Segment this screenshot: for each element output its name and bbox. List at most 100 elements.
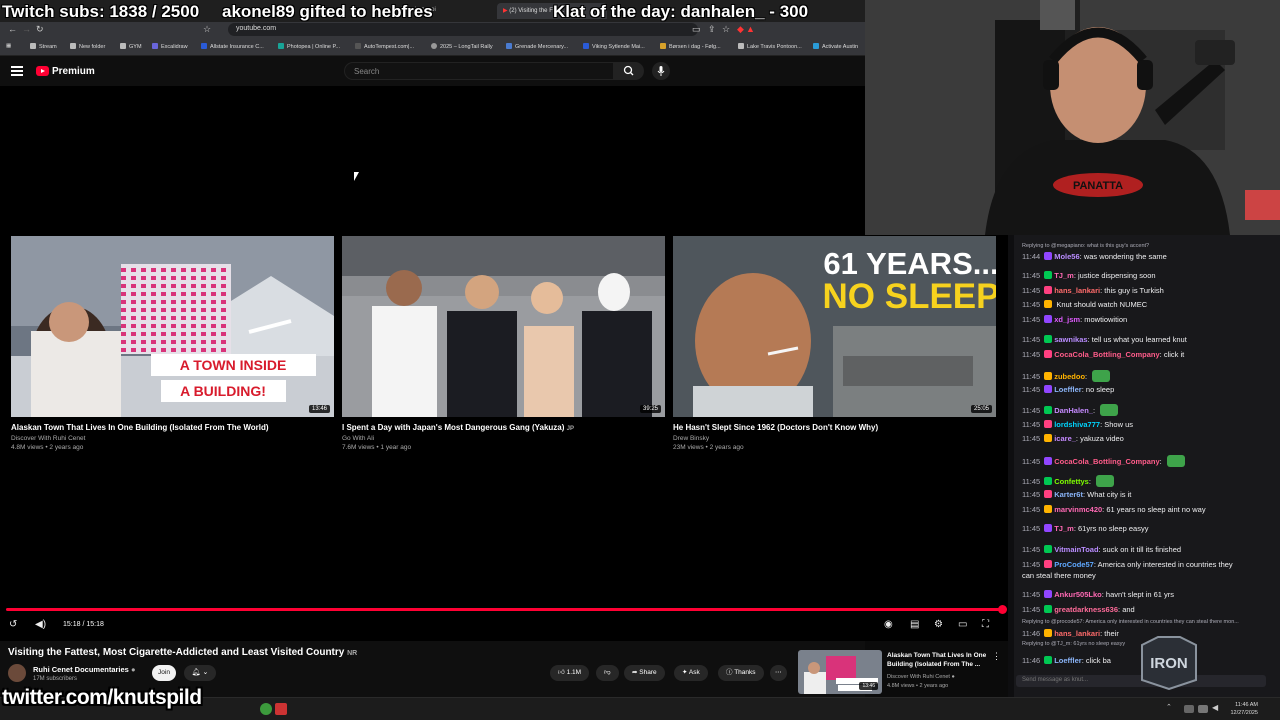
replay-icon[interactable]: ↺ [9,619,17,630]
bookmark-activate[interactable]: Activate Austin [813,43,858,50]
video-channel[interactable]: Go With Ali [342,435,665,442]
record-icon[interactable] [275,703,287,715]
chat-username[interactable]: CocaCola_Bottling_Company [1054,350,1159,359]
settings-icon[interactable]: ⚙ [934,619,943,630]
chat-username[interactable]: zubedoo [1054,372,1085,381]
bookmark-new-folder[interactable]: New folder [70,43,105,50]
channel-avatar[interactable] [8,664,26,682]
chat-username[interactable]: Ankur505Lko [1054,590,1102,599]
forward-icon[interactable]: → [22,24,31,34]
theater-icon[interactable]: ▭ [958,619,967,630]
chat-username[interactable]: icare_ [1054,434,1076,443]
chat-username[interactable]: lordshiva777 [1054,420,1100,429]
voice-search-button[interactable] [652,62,670,80]
recommended-menu-icon[interactable]: ⋮ [992,651,1001,662]
progress-scrubber[interactable] [998,605,1007,614]
chat-message: 11:45 Confettys: [1022,475,1114,487]
join-button[interactable]: Join [152,665,176,681]
display-icon[interactable] [1184,705,1194,713]
speaker-icon[interactable]: ◀ [1212,703,1224,715]
star-icon[interactable]: ☆ [722,24,730,35]
bookmark-longtail[interactable]: 2025 – LongTail Rally [431,43,493,50]
chat-scrollbar[interactable] [1008,235,1014,697]
video-channel[interactable]: Drew Binsky [673,435,996,442]
endscreen-video-2[interactable]: 39:25 I Spent a Day with Japan's Most Da… [342,236,665,451]
bookmark-autotempest[interactable]: AutoTempest.com|... [355,43,414,50]
like-button[interactable]: 👍︎ 1.1M [550,665,590,681]
chat-username[interactable]: TJ_m [1054,271,1074,280]
chat-username[interactable]: VitmainToad [1054,545,1098,554]
chat-username[interactable]: Loeffler [1054,385,1082,394]
chat-username[interactable]: xd_jsm [1054,315,1080,324]
chat-username[interactable]: DanHalen_ [1054,406,1093,415]
notifications-button[interactable]: 🔔︎ ⌄ [184,665,216,681]
search-button[interactable] [614,62,644,80]
youtube-logo-icon[interactable] [36,66,49,76]
channel-name[interactable]: Ruhi Cenet Documentaries ● [33,665,135,674]
tab-chez-moi[interactable]: t'es chez moi [395,3,490,19]
thumbnail[interactable]: A TOWN INSIDE A BUILDING! 13:46 [11,236,334,417]
video-title[interactable]: I Spent a Day with Japan's Most Dangerou… [342,423,665,432]
chevron-up-icon[interactable]: ⌃ [1166,703,1178,715]
recommended-channel[interactable]: Discover With Ruhi Cenet ● [887,674,955,680]
subtitles-icon[interactable]: ▤ [910,619,919,630]
bookmark-gym[interactable]: GYM [120,43,142,50]
brave-icon[interactable]: ◆ [737,24,744,35]
chat-username[interactable]: TJ_m [1054,524,1074,533]
bookmark-photopea[interactable]: Photopea | Online P... [278,43,340,50]
reload-icon[interactable]: ↻ [36,24,44,35]
youtube-premium-label[interactable]: Premium [52,66,95,77]
apps-icon[interactable]: ▦ [6,43,11,49]
video-channel[interactable]: Discover With Ruhi Cenet [11,435,334,442]
share-icon[interactable]: ⇪ [708,24,716,35]
share-button[interactable]: ➦ Share [624,665,665,681]
thumbnail[interactable]: 39:25 [342,236,665,417]
chat-username[interactable]: marvinmc420 [1054,505,1102,514]
volume-icon[interactable]: ◀) [35,619,46,630]
bookmark-excalidraw[interactable]: Excalidraw [152,43,188,50]
back-icon[interactable]: ← [8,24,17,34]
recommended-thumbnail[interactable]: 13:46 [798,650,882,694]
url-field[interactable]: youtube.com [228,23,698,36]
dislike-button[interactable]: 👎︎ [596,665,619,681]
bookmark-star-icon[interactable]: ☆ [203,24,211,35]
bookmark-grenade[interactable]: Grenade Mercenary... [506,43,568,50]
bookmark-allstate[interactable]: Allstate Insurance C... [201,43,264,50]
progress-bar[interactable] [6,608,1004,611]
bookmark-viking[interactable]: Viking Sytlende Mai... [583,43,645,50]
chat-username[interactable]: Confettys [1054,477,1089,486]
autoplay-toggle-icon[interactable]: ◉ [884,619,893,630]
search-input[interactable]: Search [344,62,614,80]
chat-username[interactable]: ProCode57 [1054,560,1094,569]
tab-youtube[interactable]: ▶ (2) Visiting the Fatt... [497,3,607,19]
menu-icon[interactable] [11,66,23,76]
chat-username[interactable]: hans_lankari [1054,629,1100,638]
bookmark-lake-travis[interactable]: Lake Travis Pontoon... [738,43,802,50]
bookmark-stream[interactable]: Stream [30,43,57,50]
app-icon[interactable] [260,703,272,715]
chat-icon[interactable] [1198,705,1208,713]
chat-username[interactable]: Karter6t [1054,490,1083,499]
ask-button[interactable]: ✦ Ask [674,665,708,681]
chat-username[interactable]: sawnikas [1054,335,1087,344]
more-actions-button[interactable]: ⋯ [770,665,787,681]
video-title[interactable]: Alaskan Town That Lives In One Building … [11,423,334,432]
chat-username[interactable]: greatdarkness636 [1054,605,1118,614]
chat-timestamp: 11:45 [1022,434,1041,443]
endscreen-video-3[interactable]: 61 YEARS... NO SLEEP 25:05 He Hasn't Sle… [673,236,996,451]
clock[interactable]: 11:46 AM 12/27/2025 [1230,701,1258,717]
endscreen-video-1[interactable]: A TOWN INSIDE A BUILDING! 13:46 Alaskan … [11,236,334,451]
fullscreen-icon[interactable]: ⛶ [982,619,989,630]
screen: t'es chez moi ▶ (2) Visiting the Fatt...… [0,0,1280,720]
video-title[interactable]: He Hasn't Slept Since 1962 (Doctors Don'… [673,423,996,432]
bookmark-borsen[interactable]: Børsen i dag - Følg... [660,43,721,50]
recommended-title[interactable]: Alaskan Town That Lives In One Building … [887,651,991,669]
thumbnail[interactable]: 61 YEARS... NO SLEEP 25:05 [673,236,996,417]
thanks-button[interactable]: ⓘ Thanks [718,665,764,681]
chat-username[interactable]: Mole56 [1054,252,1079,261]
chat-username[interactable]: Loeffler [1054,656,1082,665]
alert-icon[interactable]: ▲ [746,24,755,34]
cast-icon[interactable]: ▭ [692,24,701,35]
chat-username[interactable]: hans_lankari [1054,286,1100,295]
chat-username[interactable]: CocaCola_Bottling_Company [1054,457,1159,466]
